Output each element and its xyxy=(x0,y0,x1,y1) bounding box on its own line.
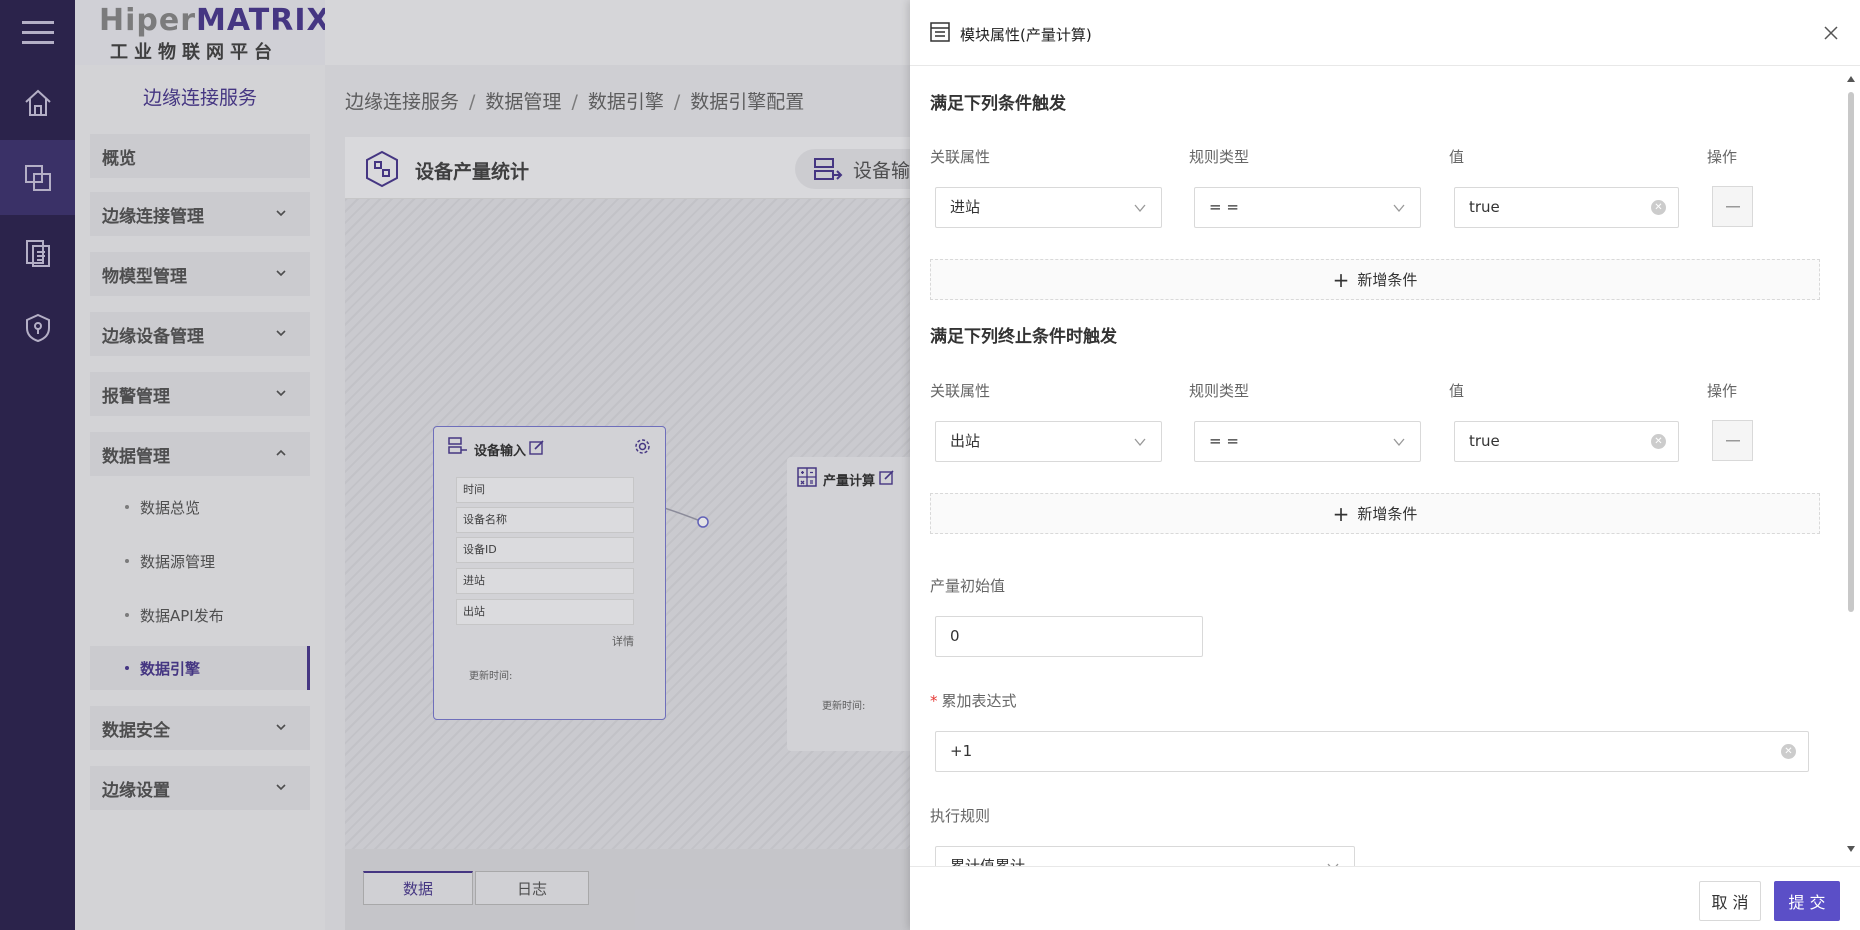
col-value-label: 值 xyxy=(1449,382,1465,400)
chevron-down-icon xyxy=(1134,438,1146,447)
clear-icon[interactable]: ✕ xyxy=(1651,434,1666,449)
stop-value-input[interactable]: true ✕ xyxy=(1454,421,1679,462)
select-value: = = xyxy=(1209,198,1239,216)
plus-icon: + xyxy=(1332,267,1350,292)
remove-condition-button[interactable] xyxy=(1712,186,1753,227)
col-op-label: 操作 xyxy=(1707,382,1738,400)
start-rule-select[interactable]: = = xyxy=(1194,187,1421,228)
select-value: 出站 xyxy=(950,432,981,450)
accumulate-expr-input[interactable]: +1 ✕ xyxy=(935,731,1809,772)
initial-value-input[interactable]: 0 xyxy=(935,616,1203,657)
add-condition-label: 新增条件 xyxy=(1357,505,1418,523)
clear-icon[interactable]: ✕ xyxy=(1781,744,1796,759)
stop-condition-title: 满足下列终止条件时触发 xyxy=(930,327,1117,347)
module-properties-drawer: 模块属性(产量计算) 满足下列条件触发 关联属性 规则类型 值 操作 进站 = … xyxy=(910,0,1860,930)
cancel-button[interactable]: 取 消 xyxy=(1699,881,1761,921)
stop-attr-select[interactable]: 出站 xyxy=(935,421,1162,462)
app-root: HiperMATRIX 工业物联网平台 边缘连接服务 概览 边缘连接管理 物模型… xyxy=(0,0,1860,930)
drawer-title: 模块属性(产量计算) xyxy=(960,26,1092,44)
add-start-condition-button[interactable]: + 新增条件 xyxy=(930,259,1820,300)
select-value: 进站 xyxy=(950,198,981,216)
drawer-mask[interactable] xyxy=(0,0,910,930)
select-value: = = xyxy=(1209,432,1239,450)
col-value-label: 值 xyxy=(1449,148,1465,166)
remove-condition-button[interactable] xyxy=(1712,420,1753,461)
required-asterisk: * xyxy=(930,692,938,710)
minus-icon xyxy=(1725,439,1740,441)
drawer-scrollbar[interactable] xyxy=(1846,74,1856,854)
col-rule-label: 规则类型 xyxy=(1189,382,1250,400)
scrollbar-graphic xyxy=(1847,76,1855,852)
start-condition-title: 满足下列条件触发 xyxy=(930,94,1066,114)
submit-button[interactable]: 提 交 xyxy=(1774,881,1840,921)
label-text: 累加表达式 xyxy=(941,692,1017,710)
input-value: 0 xyxy=(950,627,960,645)
list-icon xyxy=(930,22,950,42)
input-value: true xyxy=(1469,198,1500,216)
select-value: 累计值累计 xyxy=(950,857,1026,866)
minus-icon xyxy=(1725,205,1740,207)
col-attr-label: 关联属性 xyxy=(930,148,991,166)
plus-icon: + xyxy=(1332,501,1350,526)
drawer-footer: 取 消 提 交 xyxy=(910,866,1860,930)
drawer-header: 模块属性(产量计算) xyxy=(910,0,1860,66)
chevron-down-icon xyxy=(1134,204,1146,213)
col-rule-label: 规则类型 xyxy=(1189,148,1250,166)
col-attr-label: 关联属性 xyxy=(930,382,991,400)
start-attr-select[interactable]: 进站 xyxy=(935,187,1162,228)
exec-rule-label: 执行规则 xyxy=(930,807,991,825)
accumulate-expr-label: * 累加表达式 xyxy=(930,690,1017,711)
chevron-down-icon xyxy=(1393,438,1405,447)
add-stop-condition-button[interactable]: + 新增条件 xyxy=(930,493,1820,534)
chevron-down-icon xyxy=(1393,204,1405,213)
input-value: true xyxy=(1469,432,1500,450)
input-value: +1 xyxy=(950,742,973,760)
exec-rule-select[interactable]: 累计值累计 xyxy=(935,846,1355,866)
exec-rule-clip: 累计值累计 xyxy=(935,846,1355,866)
col-op-label: 操作 xyxy=(1707,148,1738,166)
add-condition-label: 新增条件 xyxy=(1357,271,1418,289)
close-icon[interactable] xyxy=(1824,26,1838,40)
clear-icon[interactable]: ✕ xyxy=(1651,200,1666,215)
initial-value-label: 产量初始值 xyxy=(930,577,1006,595)
stop-rule-select[interactable]: = = xyxy=(1194,421,1421,462)
start-value-input[interactable]: true ✕ xyxy=(1454,187,1679,228)
